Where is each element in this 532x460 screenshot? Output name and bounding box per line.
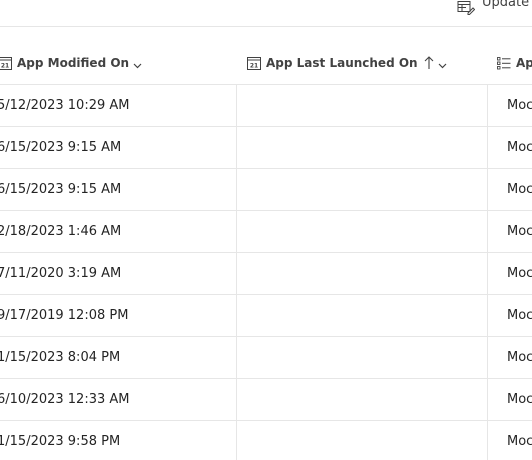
cell-app-last-launched-on <box>236 253 488 295</box>
cell-app-modified-on: 6/10/2023 12:33 AM <box>0 392 130 407</box>
column-header-app-modified-on[interactable]: 21 App Modified On <box>0 42 142 84</box>
cell-app: Moc <box>507 434 532 449</box>
table-row[interactable]: 7/11/2020 3:19 AM Moc <box>0 253 532 295</box>
column-header-label: Ap <box>516 56 532 70</box>
cell-app-last-launched-on <box>236 85 488 127</box>
update-button-label: Update t <box>482 0 532 10</box>
svg-text:21: 21 <box>1 63 9 70</box>
cell-app-last-launched-on <box>236 421 488 460</box>
cell-app: Moc <box>507 392 532 407</box>
table-row[interactable]: 5/12/2023 10:29 AM Moc <box>0 85 532 127</box>
column-header-app[interactable]: Ap <box>497 42 532 84</box>
cell-app: Moc <box>507 98 532 113</box>
calendar-icon: 21 <box>247 56 261 70</box>
command-bar: Update t <box>0 0 532 27</box>
column-header-app-last-launched-on[interactable]: 21 App Last Launched On <box>247 42 447 84</box>
cell-app-last-launched-on <box>236 379 488 421</box>
list-icon <box>497 56 511 70</box>
cell-app-modified-on: 7/11/2020 3:19 AM <box>0 266 122 281</box>
grid-body: 5/12/2023 10:29 AM Moc 6/15/2023 9:15 AM… <box>0 85 532 460</box>
cell-app: Moc <box>507 308 532 323</box>
table-row[interactable]: 1/15/2023 9:58 PM Moc <box>0 421 532 460</box>
cell-app: Moc <box>507 350 532 365</box>
cell-app-modified-on: 9/17/2019 12:08 PM <box>0 308 129 323</box>
sort-ascending-icon <box>424 56 434 70</box>
chevron-down-icon <box>133 59 142 68</box>
cell-app-last-launched-on <box>236 337 488 379</box>
grid-page: Update t 21 App Modified On 21 <box>0 0 532 460</box>
cell-app-modified-on: 2/18/2023 1:46 AM <box>0 224 122 239</box>
cell-app-modified-on: 6/15/2023 9:15 AM <box>0 140 122 155</box>
table-row[interactable]: 6/10/2023 12:33 AM Moc <box>0 379 532 421</box>
cell-app: Moc <box>507 140 532 155</box>
table-row[interactable]: 2/18/2023 1:46 AM Moc <box>0 211 532 253</box>
edit-table-icon <box>457 0 476 15</box>
cell-app: Moc <box>507 266 532 281</box>
column-header-label: App Last Launched On <box>266 56 418 70</box>
cell-app: Moc <box>507 224 532 239</box>
table-row[interactable]: 9/17/2019 12:08 PM Moc <box>0 295 532 337</box>
cell-app-last-launched-on <box>236 127 488 169</box>
table-row[interactable]: 6/15/2023 9:15 AM Moc <box>0 169 532 211</box>
grid-header-row: 21 App Modified On 21 App Last Launched … <box>0 42 532 85</box>
chevron-down-icon <box>438 59 447 68</box>
cell-app-modified-on: 6/15/2023 9:15 AM <box>0 182 122 197</box>
calendar-icon: 21 <box>0 56 12 70</box>
cell-app-modified-on: 1/15/2023 8:04 PM <box>0 350 121 365</box>
svg-text:21: 21 <box>250 63 258 70</box>
cell-app-last-launched-on <box>236 211 488 253</box>
cell-app: Moc <box>507 182 532 197</box>
update-button[interactable]: Update t <box>457 0 532 15</box>
cell-app-last-launched-on <box>236 169 488 211</box>
table-row[interactable]: 6/15/2023 9:15 AM Moc <box>0 127 532 169</box>
cell-app-modified-on: 1/15/2023 9:58 PM <box>0 434 121 449</box>
cell-app-modified-on: 5/12/2023 10:29 AM <box>0 98 130 113</box>
column-header-label: App Modified On <box>17 56 130 70</box>
cell-app-last-launched-on <box>236 295 488 337</box>
table-row[interactable]: 1/15/2023 8:04 PM Moc <box>0 337 532 379</box>
